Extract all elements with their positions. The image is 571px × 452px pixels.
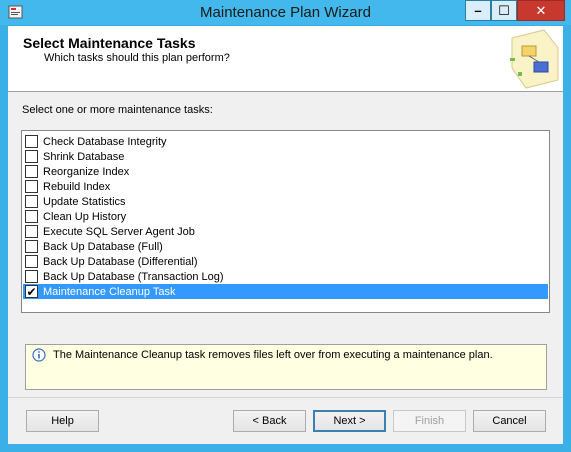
close-icon: ✕ xyxy=(535,2,547,18)
task-checkbox[interactable] xyxy=(25,135,38,148)
task-checkbox-checked[interactable]: ✔ xyxy=(25,285,38,298)
task-label: Clean Up History xyxy=(43,210,127,223)
task-list[interactable]: Check Database Integrity Shrink Database R… xyxy=(21,130,550,313)
minimize-button[interactable]: – xyxy=(465,0,491,21)
task-label: Check Database Integrity xyxy=(43,135,167,148)
task-label: Shrink Database xyxy=(43,150,125,163)
task-label: Back Up Database (Transaction Log) xyxy=(43,270,224,283)
page-title: Select Maintenance Tasks xyxy=(23,35,196,51)
task-label: Rebuild Index xyxy=(43,180,111,193)
finish-button[interactable]: Finish xyxy=(393,410,466,432)
next-button[interactable]: Next > xyxy=(313,410,386,432)
task-label: Execute SQL Server Agent Job xyxy=(43,225,195,238)
wizard-client-area: Select Maintenance Tasks Which tasks sho… xyxy=(8,26,563,444)
title-bar[interactable]: Maintenance Plan Wizard – ☐ ✕ xyxy=(0,0,571,25)
task-label: Back Up Database (Full) xyxy=(43,240,163,253)
task-label: Update Statistics xyxy=(43,195,126,208)
task-item[interactable]: Clean Up History xyxy=(23,209,548,224)
maximize-button[interactable]: ☐ xyxy=(491,0,517,21)
back-button[interactable]: < Back xyxy=(233,410,306,432)
cancel-button[interactable]: Cancel xyxy=(473,410,546,432)
task-checkbox[interactable] xyxy=(25,180,38,193)
task-item[interactable]: Check Database Integrity xyxy=(23,134,548,149)
close-button[interactable]: ✕ xyxy=(517,0,565,21)
wizard-graphic xyxy=(510,29,559,89)
info-icon xyxy=(32,348,46,362)
task-item[interactable]: Back Up Database (Full) xyxy=(23,239,548,254)
wizard-header: Select Maintenance Tasks Which tasks sho… xyxy=(8,26,563,92)
task-checkbox[interactable] xyxy=(25,240,38,253)
page-subtitle: Which tasks should this plan perform? xyxy=(44,52,230,64)
task-label: Reorganize Index xyxy=(43,165,130,178)
task-item[interactable]: ✔ Maintenance Cleanup Task xyxy=(23,284,548,299)
task-label: Back Up Database (Differential) xyxy=(43,255,198,268)
footer-divider xyxy=(8,397,563,398)
task-item[interactable]: Shrink Database xyxy=(23,149,548,164)
task-checkbox[interactable] xyxy=(25,210,38,223)
task-label: Maintenance Cleanup Task xyxy=(43,285,176,298)
wizard-window: Maintenance Plan Wizard – ☐ ✕ Select Mai… xyxy=(0,0,571,452)
task-item[interactable]: Back Up Database (Transaction Log) xyxy=(23,269,548,284)
checkmark-icon: ✔ xyxy=(26,284,37,299)
task-item[interactable]: Rebuild Index xyxy=(23,179,548,194)
task-checkbox[interactable] xyxy=(25,270,38,283)
info-box: The Maintenance Cleanup task removes fil… xyxy=(25,344,547,390)
task-item[interactable]: Update Statistics xyxy=(23,194,548,209)
task-list-prompt: Select one or more maintenance tasks: xyxy=(22,104,213,116)
help-button[interactable]: Help xyxy=(26,410,99,432)
task-checkbox[interactable] xyxy=(25,195,38,208)
task-checkbox[interactable] xyxy=(25,165,38,178)
task-checkbox[interactable] xyxy=(25,150,38,163)
task-checkbox[interactable] xyxy=(25,225,38,238)
maximize-icon: ☐ xyxy=(498,2,510,18)
task-checkbox[interactable] xyxy=(25,255,38,268)
task-item[interactable]: Reorganize Index xyxy=(23,164,548,179)
info-text: The Maintenance Cleanup task removes fil… xyxy=(53,349,493,361)
task-item[interactable]: Execute SQL Server Agent Job xyxy=(23,224,548,239)
minimize-icon: – xyxy=(474,3,482,18)
task-item[interactable]: Back Up Database (Differential) xyxy=(23,254,548,269)
